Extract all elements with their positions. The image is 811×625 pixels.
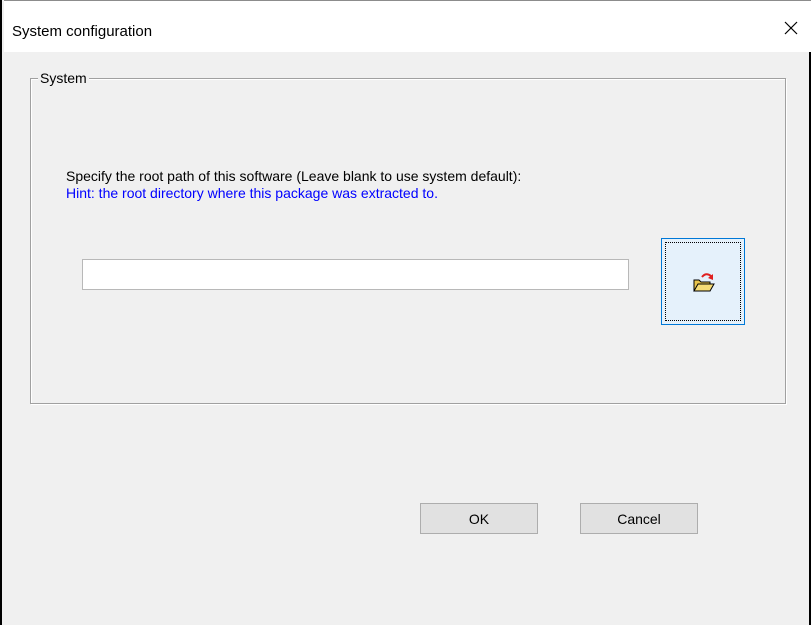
group-box-label: System (38, 70, 89, 86)
root-path-hint: Hint: the root directory where this pack… (66, 185, 438, 201)
close-button[interactable] (771, 11, 811, 45)
title-bar[interactable]: System configuration (4, 0, 811, 52)
open-folder-icon (692, 271, 716, 296)
root-path-input[interactable] (82, 259, 629, 290)
dialog-window: System configuration System Specify the … (0, 0, 811, 625)
ok-button[interactable]: OK (420, 503, 538, 534)
window-title: System configuration (12, 23, 153, 40)
root-path-instruction: Specify the root path of this software (… (66, 168, 522, 184)
close-icon (784, 21, 798, 35)
cancel-button[interactable]: Cancel (580, 503, 698, 534)
browse-folder-button[interactable] (661, 238, 745, 325)
